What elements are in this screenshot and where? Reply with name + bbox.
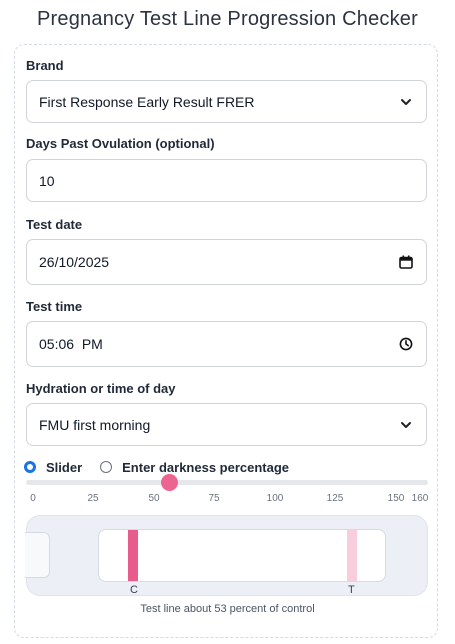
control-line xyxy=(128,530,138,581)
calendar-icon[interactable] xyxy=(398,254,414,270)
dpo-label: Days Past Ovulation (optional) xyxy=(26,136,215,151)
test-strip-handle xyxy=(25,532,50,578)
control-line-label: C xyxy=(130,584,138,596)
test-line-label: T xyxy=(348,584,355,596)
slider-mode-label[interactable]: Slider xyxy=(46,460,82,475)
darkness-slider-thumb[interactable] xyxy=(160,474,178,491)
slider-tick: 125 xyxy=(326,493,344,504)
test-date-value: 26/10/2025 xyxy=(39,254,110,270)
percentage-mode-label[interactable]: Enter darkness percentage xyxy=(122,460,289,475)
result-window xyxy=(98,529,386,582)
hydration-select[interactable]: FMU first morning xyxy=(26,403,427,446)
hydration-label: Hydration or time of day xyxy=(26,381,176,396)
test-date-input[interactable]: 26/10/2025 xyxy=(26,239,427,285)
slider-tick: 100 xyxy=(266,493,284,504)
test-date-label: Test date xyxy=(26,217,83,232)
test-line xyxy=(347,530,357,581)
slider-tick: 75 xyxy=(208,493,220,504)
slider-mode-option[interactable]: Slider xyxy=(24,460,82,475)
slider-tick: 25 xyxy=(87,493,99,504)
percentage-mode-radio[interactable] xyxy=(100,461,113,473)
brand-label: Brand xyxy=(26,58,64,73)
test-time-label: Test time xyxy=(26,299,83,314)
slider-mode-radio[interactable] xyxy=(24,461,36,473)
slider-tick: 50 xyxy=(148,493,160,504)
clock-icon[interactable] xyxy=(398,336,414,352)
slider-tick: 150 xyxy=(387,493,405,504)
brand-select[interactable]: First Response Early Result FRER xyxy=(26,80,427,123)
input-mode-group: Slider Enter darkness percentage xyxy=(24,458,289,476)
dpo-input[interactable]: 10 xyxy=(26,159,427,202)
test-time-input[interactable]: 05:06 PM xyxy=(26,321,427,367)
page-title: Pregnancy Test Line Progression Checker xyxy=(37,8,418,30)
percentage-mode-option[interactable]: Enter darkness percentage xyxy=(100,460,289,475)
chevron-down-icon xyxy=(398,417,414,433)
slider-tick: 160 xyxy=(411,493,429,504)
brand-select-value: First Response Early Result FRER xyxy=(39,93,255,110)
slider-tick: 0 xyxy=(30,493,36,504)
chevron-down-icon xyxy=(398,94,414,110)
darkness-slider-track[interactable] xyxy=(26,480,428,485)
test-time-value: 05:06 PM xyxy=(39,336,103,352)
hydration-select-value: FMU first morning xyxy=(39,416,151,433)
result-caption: Test line about 53 percent of control xyxy=(140,603,315,615)
dpo-input-value: 10 xyxy=(39,172,55,189)
